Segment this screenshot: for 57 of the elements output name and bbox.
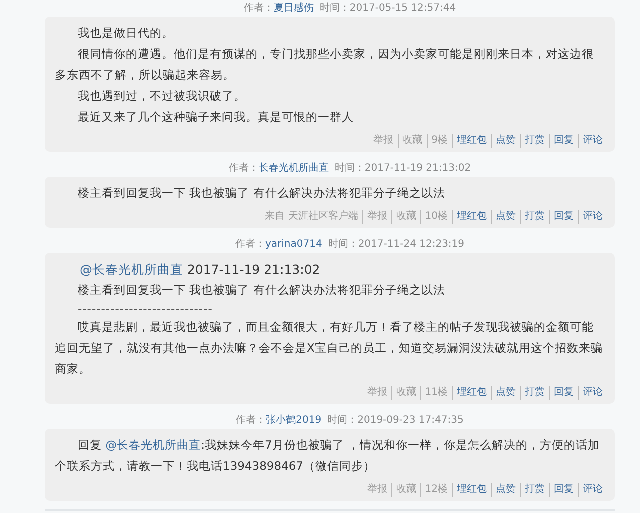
action-text: 举报 [366,483,388,497]
author-label: 作者： [228,163,259,174]
post-time: 时间：2017-11-24 12:23:19 [328,239,465,250]
action-link[interactable]: 点赞 [491,386,520,400]
action-text: 10楼 [420,210,452,224]
action-text: 举报 [362,210,392,224]
action-link[interactable]: 评论 [578,210,603,224]
mention-link[interactable]: @长春光机所曲直 [80,262,184,277]
action-link[interactable]: 评论 [578,386,603,400]
post-time: 时间：2017-05-15 12:57:44 [320,3,456,14]
author-label: 作者： [244,3,274,14]
post-paragraph: 楼主看到回复我一下 我也被骗了 有什么解决办法将犯罪分子绳之以法 [77,185,446,202]
quoted-text: 楼主看到回复我一下 我也被骗了 有什么解决办法将犯罪分子绳之以法 [77,282,446,299]
post-paragraph: 回复 @长春光机所曲直:我妹妹今年7月份也被骗了 ，情况和你一样，你是怎么解决的，方便的话加个联系方式，请教一下！我电话13943898467（微信同步） [55,437,602,475]
post-time: 时间：2019-09-23 17:47:35 [328,415,464,426]
quote-header: @长春光机所曲直 2017-11-19 21:13:02 [79,261,322,279]
action-text: 收藏 [398,134,427,148]
action-link[interactable]: 打赏 [520,134,549,148]
author-link[interactable]: yarina0714 [265,239,322,250]
action-link[interactable]: 打赏 [520,483,549,497]
action-text: 11楼 [420,386,452,400]
author-link[interactable]: 长春光机所曲直 [258,163,329,174]
author-link[interactable]: 张小鹤2019 [266,415,322,426]
action-link[interactable]: 回复 [549,483,578,497]
action-text: 收藏 [391,483,420,497]
post-paragraph: 我也遇到过，不过被我识破了。 [77,88,247,105]
action-text: 举报 [372,134,395,148]
mention-link[interactable]: @长春光机所曲直 [106,438,202,452]
action-link[interactable]: 打赏 [520,386,549,400]
author-label: 作者： [235,239,266,250]
action-link[interactable]: 回复 [549,210,578,224]
action-text: 9楼 [426,134,452,148]
post-paragraph: 我也是做日代的。 [77,25,175,42]
action-text: 收藏 [391,210,420,224]
action-link[interactable]: 埋红包 [452,483,491,497]
post-time: 时间：2017-11-19 21:13:02 [334,163,472,174]
post-paragraph: 很同情你的遭遇。他们是有预谋的，专门找那些小卖家，因为小卖家可能是刚刚来日本，对这边很多东西不了解，所以骗起来容易。 [55,46,595,84]
author-label: 作者： [236,415,266,426]
action-link[interactable]: 打赏 [520,210,549,224]
post-paragraph: 最近又来了几个这种骗子来问我。真是可恨的一群人 [77,109,355,126]
action-text: 举报 [366,386,388,400]
action-text: 收藏 [391,386,420,400]
action-text: 来自 天涯社区客户端 [264,210,360,224]
action-text: 12楼 [420,483,452,497]
action-link[interactable]: 评论 [578,483,603,497]
dashed-divider-text: ----------------------------- [77,301,214,317]
action-link[interactable]: 点赞 [491,210,520,224]
action-link[interactable]: 埋红包 [452,210,491,224]
action-link[interactable]: 评论 [578,134,603,148]
action-link[interactable]: 回复 [549,386,578,400]
action-link[interactable]: 埋红包 [452,386,491,400]
post-paragraph: 哎真是悲剧，最近我也被骗了，而且金额很大，有好几万！看了楼主的帖子发现我被骗的金额可能追回无望了，就没有其他一点办法嘛？会不会是X宝自己的员工，知道交易漏洞没法破就用这个招数来骗商家。 [55,319,603,378]
action-link[interactable]: 埋红包 [452,134,491,148]
action-link[interactable]: 回复 [549,134,578,148]
action-link[interactable]: 点赞 [491,134,520,148]
author-link[interactable]: 夏日感伤 [274,3,314,14]
action-link[interactable]: 点赞 [491,483,520,497]
